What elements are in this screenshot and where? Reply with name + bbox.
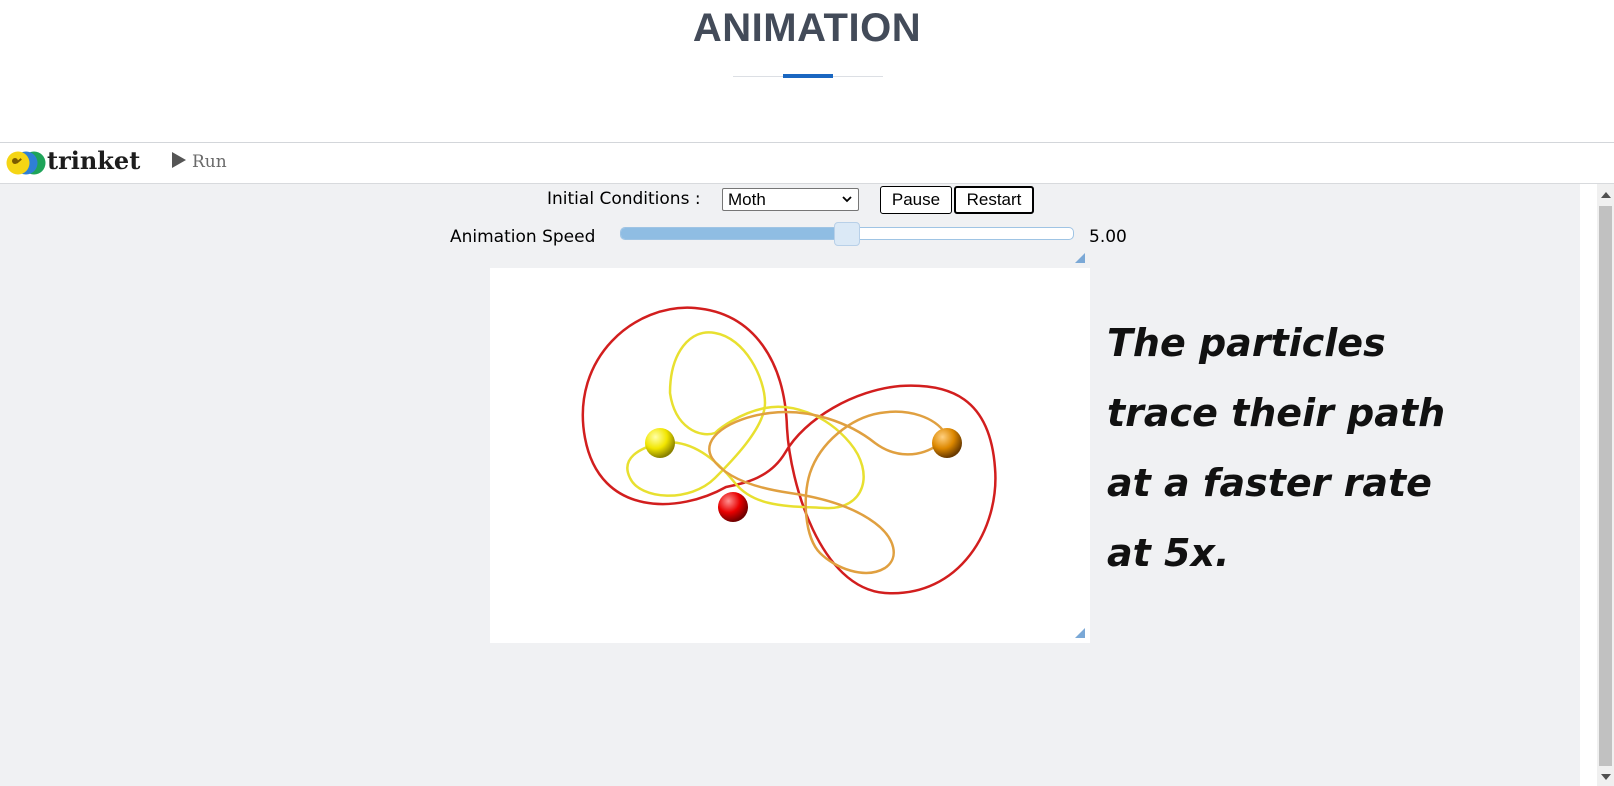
red-particle: [718, 492, 748, 522]
run-button[interactable]: Run: [172, 152, 227, 174]
yellow-particle: [645, 428, 675, 458]
caption-line: trace their path: [1107, 391, 1446, 435]
orange-particle: [932, 428, 962, 458]
animation-canvas[interactable]: [490, 268, 1090, 643]
caption: The particles trace their path at a fast…: [1107, 308, 1507, 588]
animation-speed-slider[interactable]: [620, 222, 1074, 246]
scroll-down-icon[interactable]: [1601, 774, 1611, 780]
run-label: Run: [192, 152, 227, 172]
three-body-orbit-scene: [581, 306, 997, 595]
restart-button[interactable]: Restart: [954, 186, 1034, 214]
red-orbit-path: [581, 306, 997, 595]
slider-fill: [621, 228, 847, 239]
title-accent-bar: [783, 74, 833, 78]
caption-line: at 5x.: [1107, 531, 1230, 575]
animation-speed-value: 5.00: [1089, 227, 1127, 247]
play-icon: [172, 152, 186, 168]
trinket-logo-icon: [6, 151, 46, 175]
initial-conditions-select[interactable]: Moth: [722, 188, 859, 211]
caption-line: at a faster rate: [1107, 461, 1432, 505]
slider-handle[interactable]: [834, 222, 860, 246]
initial-conditions-value: Moth: [728, 190, 766, 209]
canvas-resize-grip-icon[interactable]: [1075, 628, 1085, 638]
resize-grip-icon[interactable]: [1075, 253, 1085, 263]
trinket-brand: trinket: [47, 146, 141, 175]
chevron-down-icon: [842, 196, 852, 203]
scroll-up-icon[interactable]: [1601, 192, 1611, 198]
page-title: ANIMATION: [692, 6, 922, 50]
animation-speed-label: Animation Speed: [450, 227, 596, 247]
scrollbar-thumb[interactable]: [1599, 206, 1612, 766]
trinket-toolbar: trinket Run: [0, 143, 1614, 184]
caption-line: The particles: [1107, 321, 1386, 365]
initial-conditions-label: Initial Conditions :: [547, 189, 701, 209]
vertical-scrollbar[interactable]: [1597, 184, 1614, 786]
pause-button[interactable]: Pause: [880, 186, 952, 214]
